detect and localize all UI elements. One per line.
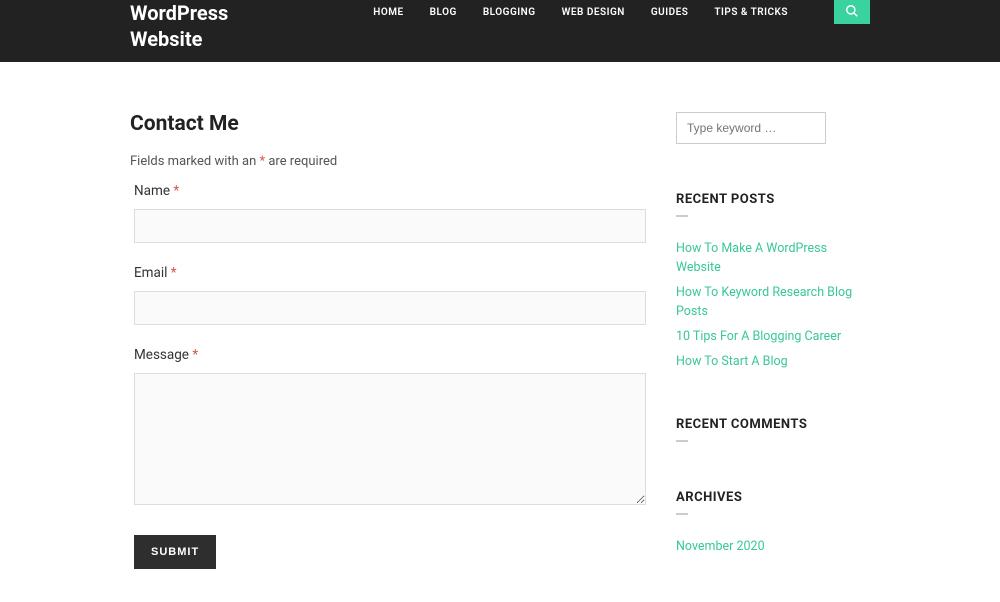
archives-title: ARCHIVES bbox=[676, 490, 870, 505]
submit-button[interactable]: SUBMIT bbox=[134, 535, 216, 569]
name-input[interactable] bbox=[134, 209, 646, 243]
nav-blog[interactable]: BLOG bbox=[430, 7, 457, 18]
list-item: November 2020 bbox=[676, 535, 870, 554]
message-textarea[interactable] bbox=[134, 373, 646, 505]
site-title[interactable]: WordPress Website bbox=[130, 0, 228, 52]
email-label: Email * bbox=[134, 265, 646, 281]
site-header: WordPress Website HOME BLOG BLOGGING WEB… bbox=[0, 0, 1000, 62]
widget-recent-posts: RECENT POSTS How To Make A WordPress Web… bbox=[676, 192, 870, 369]
list-item: How To Make A WordPress Website bbox=[676, 237, 870, 275]
message-label: Message * bbox=[134, 347, 646, 363]
page-container: Contact Me Fields marked with an * are r… bbox=[0, 62, 1000, 602]
email-input[interactable] bbox=[134, 291, 646, 325]
list-item: 10 Tips For A Blogging Career bbox=[676, 325, 870, 344]
recent-post-link[interactable]: How To Start A Blog bbox=[676, 354, 788, 369]
recent-post-link[interactable]: How To Keyword Research Blog Posts bbox=[676, 285, 852, 319]
nav-web-design[interactable]: WEB DESIGN bbox=[562, 7, 625, 18]
widget-archives: ARCHIVES November 2020 bbox=[676, 490, 870, 554]
recent-post-link[interactable]: How To Make A WordPress Website bbox=[676, 241, 827, 275]
site-title-line1: WordPress bbox=[130, 1, 228, 25]
list-item: How To Keyword Research Blog Posts bbox=[676, 281, 870, 319]
list-item: How To Start A Blog bbox=[676, 350, 870, 369]
primary-nav: HOME BLOG BLOGGING WEB DESIGN GUIDES TIP… bbox=[373, 0, 870, 24]
widget-underline bbox=[676, 440, 688, 442]
required-fields-note: Fields marked with an * are required bbox=[130, 154, 646, 169]
page-title: Contact Me bbox=[130, 112, 646, 136]
archive-link[interactable]: November 2020 bbox=[676, 539, 765, 554]
search-button[interactable] bbox=[834, 0, 870, 24]
recent-comments-title: RECENT COMMENTS bbox=[676, 417, 870, 432]
recent-post-link[interactable]: 10 Tips For A Blogging Career bbox=[676, 329, 841, 344]
main-content: Contact Me Fields marked with an * are r… bbox=[130, 112, 646, 602]
sidebar: RECENT POSTS How To Make A WordPress Web… bbox=[676, 112, 870, 602]
nav-guides[interactable]: GUIDES bbox=[651, 7, 689, 18]
form-group-message: Message * bbox=[130, 347, 646, 509]
form-group-name: Name * bbox=[130, 183, 646, 243]
nav-blogging[interactable]: BLOGGING bbox=[483, 7, 536, 18]
nav-home[interactable]: HOME bbox=[373, 7, 403, 18]
recent-posts-list: How To Make A WordPress Website How To K… bbox=[676, 237, 870, 369]
recent-posts-title: RECENT POSTS bbox=[676, 192, 870, 207]
search-input[interactable] bbox=[676, 112, 826, 144]
archives-list: November 2020 bbox=[676, 535, 870, 554]
widget-underline bbox=[676, 215, 688, 217]
search-icon bbox=[845, 4, 859, 18]
nav-tips-tricks[interactable]: TIPS & TRICKS bbox=[714, 7, 788, 18]
site-title-line2: Website bbox=[130, 27, 202, 51]
widget-recent-comments: RECENT COMMENTS bbox=[676, 417, 870, 442]
widget-underline bbox=[676, 513, 688, 515]
name-label: Name * bbox=[134, 183, 646, 199]
form-group-email: Email * bbox=[130, 265, 646, 325]
